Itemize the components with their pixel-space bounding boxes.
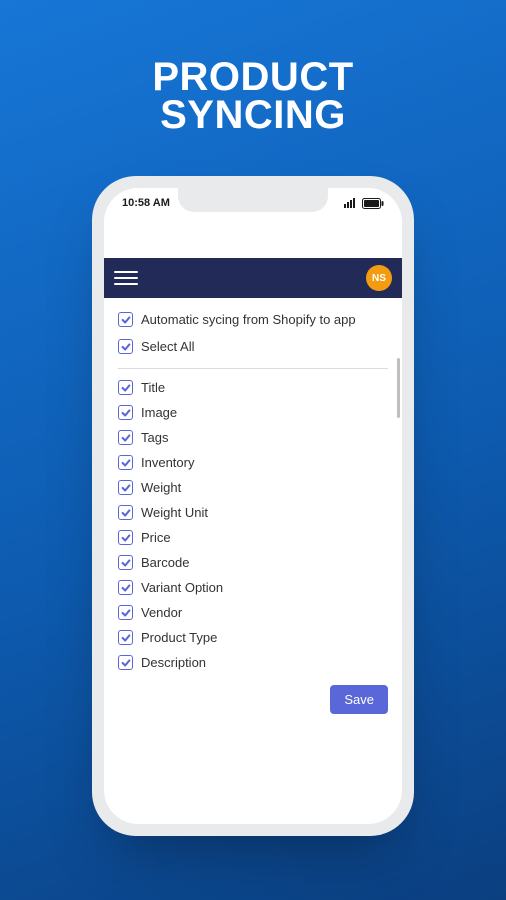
save-button[interactable]: Save — [330, 685, 388, 714]
checkbox-icon[interactable] — [118, 605, 133, 620]
field-row[interactable]: Product Type — [118, 625, 388, 650]
checkbox-icon[interactable] — [118, 339, 133, 354]
auto-sync-label: Automatic sycing from Shopify to app — [141, 312, 356, 327]
checkbox-icon[interactable] — [118, 655, 133, 670]
field-label: Inventory — [141, 455, 194, 470]
battery-icon — [362, 198, 384, 209]
promo-title-line1: PRODUCT — [152, 58, 353, 96]
select-all-row[interactable]: Select All — [118, 333, 388, 360]
checkbox-icon[interactable] — [118, 405, 133, 420]
field-row[interactable]: Title — [118, 375, 388, 400]
field-row[interactable]: Tags — [118, 425, 388, 450]
phone-notch — [178, 188, 328, 212]
auto-sync-row[interactable]: Automatic sycing from Shopify to app — [118, 306, 388, 333]
field-row[interactable]: Variant Option — [118, 575, 388, 600]
field-row[interactable]: Image — [118, 400, 388, 425]
checkbox-icon[interactable] — [118, 530, 133, 545]
checkbox-icon[interactable] — [118, 580, 133, 595]
field-list: Title Image Tags Inventory Weight Weight Unit… — [118, 375, 388, 675]
content-area: Automatic sycing from Shopify to app Sel… — [104, 298, 402, 824]
avatar[interactable]: NS — [366, 265, 392, 291]
checkbox-icon[interactable] — [118, 505, 133, 520]
phone-screen: 10:58 AM NS — [104, 188, 402, 824]
app-navbar: NS — [104, 258, 402, 298]
avatar-initials: NS — [372, 273, 386, 284]
field-label: Tags — [141, 430, 168, 445]
checkbox-icon[interactable] — [118, 455, 133, 470]
checkbox-icon[interactable] — [118, 380, 133, 395]
save-row: Save — [118, 685, 388, 714]
field-row[interactable]: Inventory — [118, 450, 388, 475]
checkbox-icon[interactable] — [118, 312, 133, 327]
field-row[interactable]: Description — [118, 650, 388, 675]
status-time: 10:58 AM — [122, 197, 170, 209]
field-row[interactable]: Barcode — [118, 550, 388, 575]
divider — [118, 368, 388, 369]
field-label: Barcode — [141, 555, 189, 570]
field-label: Variant Option — [141, 580, 223, 595]
scrollbar[interactable] — [397, 358, 400, 418]
field-label: Product Type — [141, 630, 217, 645]
field-row[interactable]: Weight — [118, 475, 388, 500]
promo-title: PRODUCT SYNCING — [152, 58, 353, 134]
field-label: Image — [141, 405, 177, 420]
checkbox-icon[interactable] — [118, 555, 133, 570]
select-all-label: Select All — [141, 339, 194, 354]
field-label: Weight — [141, 480, 181, 495]
promo-title-line2: SYNCING — [152, 96, 353, 134]
field-label: Description — [141, 655, 206, 670]
field-label: Price — [141, 530, 171, 545]
field-label: Weight Unit — [141, 505, 208, 520]
checkbox-icon[interactable] — [118, 480, 133, 495]
status-indicators — [344, 198, 384, 209]
field-row[interactable]: Price — [118, 525, 388, 550]
phone-frame: 10:58 AM NS — [92, 176, 414, 836]
field-row[interactable]: Weight Unit — [118, 500, 388, 525]
checkbox-icon[interactable] — [118, 430, 133, 445]
field-label: Title — [141, 380, 165, 395]
field-row[interactable]: Vendor — [118, 600, 388, 625]
field-label: Vendor — [141, 605, 182, 620]
signal-icon — [344, 198, 358, 208]
checkbox-icon[interactable] — [118, 630, 133, 645]
menu-icon[interactable] — [114, 266, 138, 290]
top-gap — [104, 218, 402, 258]
